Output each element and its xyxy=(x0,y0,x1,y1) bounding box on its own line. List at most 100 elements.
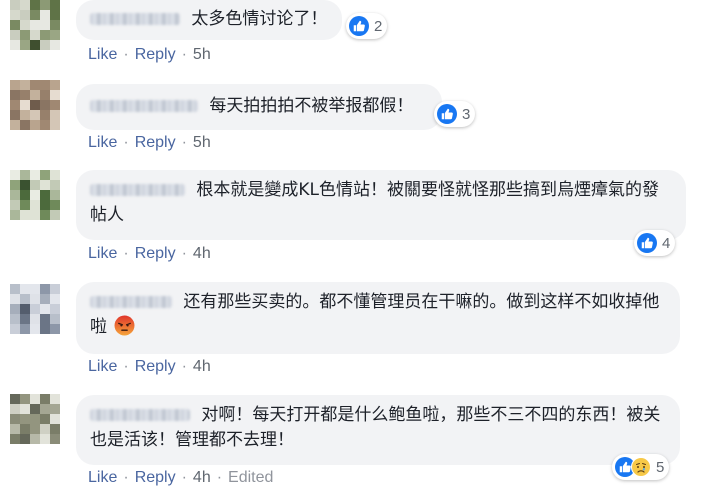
separator: · xyxy=(216,469,223,486)
avatar-pixel xyxy=(50,100,60,110)
reactions-summary[interactable]: 3 xyxy=(434,101,476,127)
comment-text: 太多色情讨论了！ xyxy=(191,9,328,29)
avatar-pixel xyxy=(20,294,30,304)
avatar-pixel xyxy=(10,170,20,180)
avatar-pixel xyxy=(10,424,20,434)
avatar-pixel xyxy=(40,404,50,414)
avatar-pixel xyxy=(50,30,60,40)
avatar-pixel xyxy=(10,20,20,30)
avatar-pixel xyxy=(20,414,30,424)
avatar-pixel xyxy=(30,434,40,444)
avatar[interactable] xyxy=(10,170,60,220)
avatar-pixel xyxy=(20,90,30,100)
separator: · xyxy=(181,134,187,151)
avatar-pixel xyxy=(10,324,20,334)
author-name-blurred[interactable] xyxy=(90,184,185,196)
avatar-pixel xyxy=(20,20,30,30)
avatar-pixel xyxy=(50,180,60,190)
comment-actions: Like · Reply · 4h xyxy=(88,358,211,376)
author-name-blurred[interactable] xyxy=(90,100,198,112)
avatar-pixel xyxy=(40,284,50,294)
reactions-summary[interactable]: 2 xyxy=(346,13,388,39)
avatar-pixel xyxy=(10,190,20,200)
avatar-pixel xyxy=(30,200,40,210)
avatar-pixel xyxy=(20,170,30,180)
reply-link[interactable]: Reply xyxy=(135,245,176,262)
separator: · xyxy=(123,245,129,262)
avatar[interactable] xyxy=(10,284,60,334)
avatar-pixel xyxy=(30,404,40,414)
avatar-pixel xyxy=(40,210,50,220)
avatar-pixel xyxy=(10,394,20,404)
avatar-pixel xyxy=(20,180,30,190)
avatar-pixel xyxy=(30,414,40,424)
timestamp[interactable]: 4h xyxy=(193,358,211,375)
avatar-pixel xyxy=(10,110,20,120)
reply-link[interactable]: Reply xyxy=(135,134,176,151)
timestamp[interactable]: 4h xyxy=(193,245,211,262)
avatar[interactable] xyxy=(10,0,60,50)
avatar-pixel xyxy=(50,404,60,414)
like-link[interactable]: Like xyxy=(88,469,117,486)
author-name-blurred[interactable] xyxy=(90,13,180,25)
avatar-pixel xyxy=(40,100,50,110)
comment-actions: Like · Reply · 4h xyxy=(88,245,211,263)
avatar[interactable] xyxy=(10,394,60,444)
timestamp[interactable]: 4h xyxy=(193,469,211,486)
like-link[interactable]: Like xyxy=(88,134,117,151)
reaction-count: 3 xyxy=(462,105,471,123)
reply-link[interactable]: Reply xyxy=(135,46,176,63)
avatar-pixel xyxy=(20,190,30,200)
like-icon xyxy=(349,16,369,36)
like-link[interactable]: Like xyxy=(88,245,117,262)
avatar-pixel xyxy=(50,190,60,200)
avatar-pixel xyxy=(40,304,50,314)
reply-link[interactable]: Reply xyxy=(135,358,176,375)
reply-link[interactable]: Reply xyxy=(135,469,176,486)
avatar-pixel xyxy=(20,0,30,10)
comment-bubble: 根本就是變成KL色情站！被關要怪就怪那些搞到烏煙瘴氣的發帖人 xyxy=(76,170,686,240)
avatar-pixel xyxy=(20,394,30,404)
timestamp[interactable]: 5h xyxy=(193,46,211,63)
avatar-pixel xyxy=(50,110,60,120)
avatar-pixel xyxy=(40,120,50,130)
avatar-pixel xyxy=(30,40,40,50)
author-name-blurred[interactable] xyxy=(90,409,190,421)
avatar-pixel xyxy=(50,10,60,20)
avatar-pixel xyxy=(30,120,40,130)
avatar-pixel xyxy=(40,170,50,180)
avatar-pixel xyxy=(20,284,30,294)
avatar-pixel xyxy=(30,284,40,294)
avatar-pixel xyxy=(50,40,60,50)
timestamp[interactable]: 5h xyxy=(193,134,211,151)
like-link[interactable]: Like xyxy=(88,358,117,375)
comment-bubble: 对啊！每天打开都是什么鲍鱼啦，那些不三不四的东西！被关也是活该！管理都不去理！ xyxy=(76,395,680,465)
edited-label[interactable]: Edited xyxy=(228,469,273,486)
avatar-pixel xyxy=(30,90,40,100)
avatar-pixel xyxy=(20,424,30,434)
avatar-pixel xyxy=(50,314,60,324)
avatar-pixel xyxy=(20,80,30,90)
reactions-summary[interactable]: 4 xyxy=(634,230,676,256)
avatar-pixel xyxy=(50,324,60,334)
comment-bubble: 每天拍拍拍不被举报都假！ xyxy=(76,84,442,130)
avatar-pixel xyxy=(50,210,60,220)
comment-bubble: 还有那些买卖的。都不懂管理员在干嘛的。做到这样不如收掉他啦 xyxy=(76,282,680,354)
avatar-pixel xyxy=(20,10,30,20)
avatar-pixel xyxy=(40,20,50,30)
avatar[interactable] xyxy=(10,80,60,130)
avatar-pixel xyxy=(30,294,40,304)
separator: · xyxy=(123,469,129,486)
avatar-pixel xyxy=(20,120,30,130)
author-name-blurred[interactable] xyxy=(90,296,172,308)
avatar-pixel xyxy=(40,30,50,40)
like-link[interactable]: Like xyxy=(88,46,117,63)
avatar-pixel xyxy=(50,284,60,294)
comment-actions: Like · Reply · 4h · Edited xyxy=(88,469,273,487)
reactions-summary[interactable]: 5 xyxy=(612,454,670,480)
avatar-pixel xyxy=(30,110,40,120)
avatar-pixel xyxy=(10,10,20,20)
avatar-pixel xyxy=(20,200,30,210)
avatar-pixel xyxy=(10,30,20,40)
comment-bubble: 太多色情讨论了！ xyxy=(76,0,342,40)
